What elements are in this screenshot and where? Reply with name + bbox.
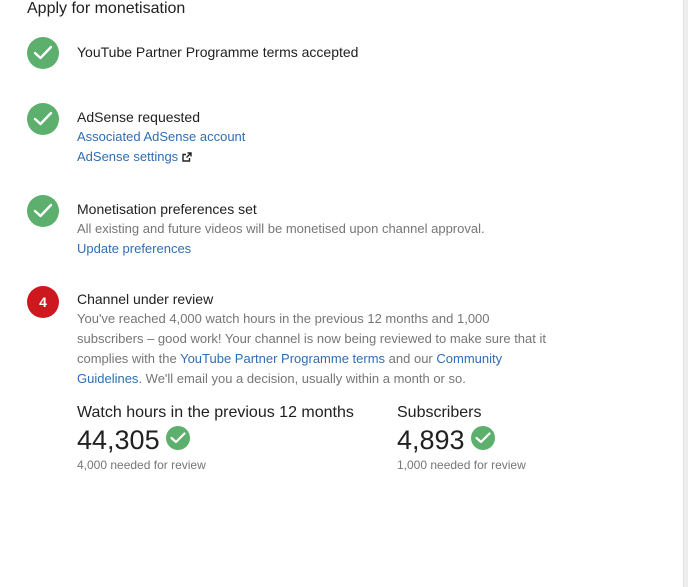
check-icon bbox=[27, 103, 59, 135]
associated-adsense-account-link[interactable]: Associated AdSense account bbox=[77, 127, 245, 147]
review-text: and our bbox=[385, 351, 437, 366]
subscribers-stat: Subscribers 4,893 1,000 needed for revie… bbox=[397, 403, 526, 473]
step-title: YouTube Partner Programme terms accepted bbox=[77, 44, 359, 60]
stat-label: Watch hours in the previous 12 months bbox=[77, 404, 354, 421]
stat-value: 44,305 bbox=[77, 425, 160, 455]
check-icon bbox=[27, 195, 59, 227]
review-description: You've reached 4,000 watch hours in the … bbox=[77, 309, 557, 389]
step-number-badge: 4 bbox=[27, 286, 59, 318]
stat-label: Subscribers bbox=[397, 404, 482, 421]
scrollbar-track[interactable] bbox=[684, 0, 688, 587]
adsense-settings-label: AdSense settings bbox=[77, 149, 179, 164]
check-icon bbox=[470, 426, 495, 450]
stat-value: 4,893 bbox=[397, 425, 465, 455]
step-title: Monetisation preferences set bbox=[77, 201, 257, 217]
review-text: . We'll email you a decision, usually wi… bbox=[138, 371, 466, 386]
check-icon bbox=[27, 37, 59, 69]
step-description: All existing and future videos will be m… bbox=[77, 221, 485, 236]
stat-requirement: 1,000 needed for review bbox=[397, 458, 526, 472]
stat-requirement: 4,000 needed for review bbox=[77, 458, 206, 472]
external-link-icon bbox=[182, 151, 192, 162]
update-preferences-link[interactable]: Update preferences bbox=[77, 239, 191, 259]
step-title: Channel under review bbox=[77, 291, 214, 307]
check-icon bbox=[165, 426, 190, 450]
adsense-settings-link[interactable]: AdSense settings bbox=[77, 147, 192, 167]
partner-programme-terms-link[interactable]: YouTube Partner Programme terms bbox=[180, 351, 385, 366]
watch-hours-stat: Watch hours in the previous 12 months 44… bbox=[77, 403, 354, 473]
page-title: Apply for monetisation bbox=[27, 0, 186, 17]
step-title: AdSense requested bbox=[77, 109, 200, 125]
